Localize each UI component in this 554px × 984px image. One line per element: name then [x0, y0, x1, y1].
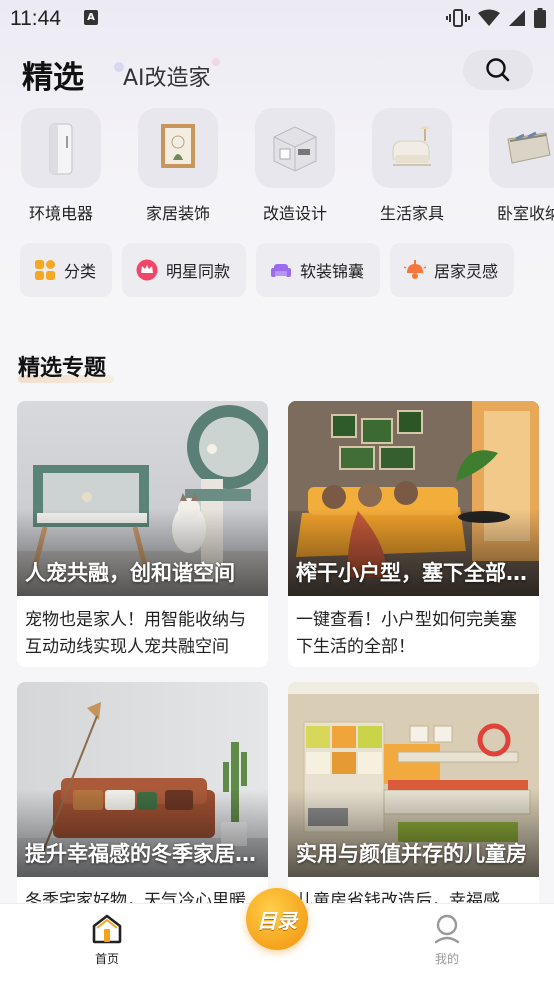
chip-soft-furnishing[interactable]: 软装锦囊 [256, 243, 381, 297]
category-item-bedroom-storage[interactable]: 卧室收纳 [474, 108, 554, 224]
chip-label: 分类 [64, 262, 97, 281]
decor-dot [212, 58, 220, 66]
storage-box-icon [507, 131, 551, 164]
topic-card-description: 宠物也是家人！用智能收纳与互动动线实现人宠共融空间 [25, 610, 246, 657]
topic-card-title: 实用与颜值并存的儿童房 [296, 842, 527, 866]
vibrate-icon [446, 9, 470, 27]
category-label: 环境电器 [28, 204, 93, 223]
topic-card[interactable]: 提升幸福感的冬季家居好物 冬季宅家好物，天气冷心里暖 [17, 682, 268, 912]
search-button[interactable] [463, 50, 533, 90]
picture-frame-icon [161, 124, 195, 168]
nav-home[interactable]: 首页 [67, 914, 147, 967]
topic-card[interactable]: 人宠共融，创和谐空间 宠物也是家人！用智能收纳与互动动线实现人宠共融空间 [17, 401, 268, 667]
status-icons [446, 8, 546, 28]
wifi-icon [478, 9, 500, 26]
tab-featured[interactable]: 精选 [22, 52, 84, 97]
category-label: 家居装饰 [145, 204, 210, 223]
topic-card-title: 提升幸福感的冬季家居好物 [25, 842, 263, 866]
air-purifier-icon [49, 123, 73, 175]
category-item-appliances[interactable]: 环境电器 [6, 108, 116, 224]
notification-icon: A [84, 10, 98, 25]
nav-mine[interactable]: 我的 [407, 914, 487, 967]
search-icon [486, 58, 510, 82]
topic-card-description: 一键查看！小户型如何完美塞下生活的全部！ [296, 610, 517, 657]
chip-category[interactable]: 分类 [20, 243, 113, 297]
topic-card-title: 榨干小户型，塞下全部生活 [296, 561, 534, 585]
room-model-icon [273, 126, 317, 172]
status-time: 11:44 [10, 7, 61, 30]
chip-celebrity-picks[interactable]: 明星同款 [122, 243, 247, 297]
topic-card[interactable]: 实用与颜值并存的儿童房 儿童房省钱改造后，幸福感 [288, 682, 539, 912]
category-label: 生活家具 [379, 204, 444, 223]
battery-icon [534, 8, 546, 28]
sofa-icon [271, 264, 292, 277]
crown-icon [136, 259, 158, 281]
category-row: 环境电器 家居装饰 改造设计 生活家具 卧室收纳 [0, 108, 554, 226]
signal-icon [509, 10, 525, 26]
top-header: 精选 AI改造家 [0, 46, 554, 96]
chip-label: 明星同款 [166, 262, 231, 281]
home-icon [92, 914, 122, 944]
chip-label: 软装锦囊 [300, 262, 365, 281]
topic-card[interactable]: 榨干小户型，塞下全部生活 一键查看！小户型如何完美塞下生活的全部！ [288, 401, 539, 667]
tab-ai-renovation[interactable]: AI改造家 [123, 60, 211, 92]
lamp-icon [404, 260, 427, 279]
profile-icon [434, 914, 460, 944]
nav-mine-label: 我的 [434, 952, 459, 966]
chip-label: 居家灵感 [434, 262, 499, 281]
nav-home-label: 首页 [94, 952, 119, 966]
category-item-renovation-design[interactable]: 改造设计 [240, 108, 350, 224]
section-title: 精选专题 [18, 356, 107, 381]
quick-chip-row: 分类 明星同款 软装锦囊 居家灵感 [20, 243, 515, 297]
category-label: 卧室收纳 [496, 204, 554, 223]
status-bar: 11:44 A [0, 0, 554, 38]
category-item-furniture[interactable]: 生活家具 [357, 108, 467, 224]
lounge-chair-icon [392, 126, 431, 166]
category-label: 改造设计 [262, 204, 327, 223]
category-item-decor[interactable]: 家居装饰 [123, 108, 233, 224]
topic-card-title: 人宠共融，创和谐空间 [25, 561, 235, 585]
catalog-button[interactable]: 目录 [246, 888, 308, 950]
grid-icon [35, 260, 55, 280]
catalog-button-label: 目录 [257, 908, 297, 933]
chip-home-inspiration[interactable]: 居家灵感 [390, 243, 515, 297]
